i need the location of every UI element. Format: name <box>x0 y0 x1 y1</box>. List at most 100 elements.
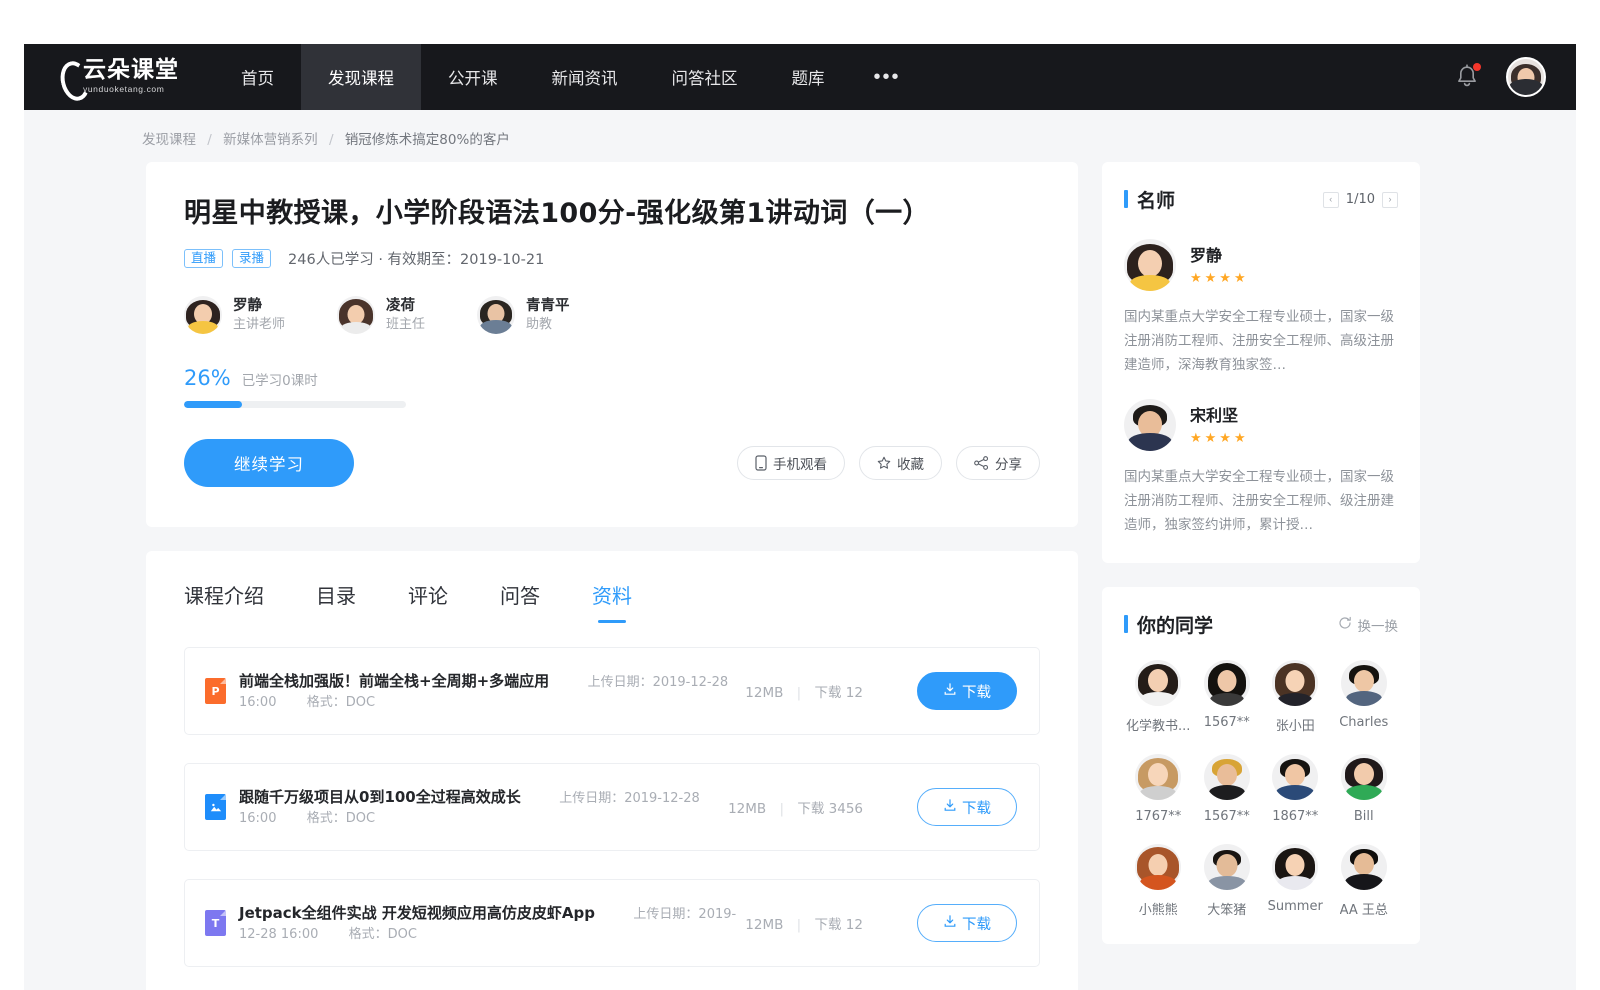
avatar <box>1341 660 1387 706</box>
nav-more-icon[interactable]: ••• <box>852 44 923 110</box>
classmate-name: 小熊熊 <box>1139 899 1178 918</box>
list-item[interactable]: Bill <box>1330 754 1399 824</box>
file-format: 格式：DOC <box>307 811 375 826</box>
download-button[interactable]: 下载 <box>917 672 1017 710</box>
avatar <box>1135 660 1181 706</box>
share-button[interactable]: 分享 <box>956 446 1040 480</box>
classmate-name: 大笨猪 <box>1207 899 1246 918</box>
avatar <box>1124 399 1176 451</box>
secondary-action-group: 手机观看 收藏 <box>737 446 1040 480</box>
tab-comments[interactable]: 评论 <box>408 580 448 623</box>
list-item[interactable]: 跟随千万级项目从0到100全过程高效成长 上传日期：2019-12-28 16:… <box>184 763 1040 851</box>
avatar <box>1341 754 1387 800</box>
file-download-count: 下载 3456 <box>797 801 863 817</box>
star-icon <box>877 456 891 470</box>
course-action-row: 继续学习 手机观看 <box>184 439 1040 487</box>
download-button[interactable]: 下载 <box>917 788 1017 826</box>
classmate-name: 张小田 <box>1276 715 1315 734</box>
continue-learning-button[interactable]: 继续学习 <box>184 439 354 487</box>
favorite-button[interactable]: 收藏 <box>859 446 942 480</box>
refresh-icon <box>1338 616 1352 634</box>
avatar <box>477 296 515 334</box>
download-label: 下载 <box>962 913 991 934</box>
progress-bar-fill <box>184 401 242 408</box>
classmate-name: 1567** <box>1204 809 1250 824</box>
list-item[interactable]: 小熊熊 <box>1124 844 1193 918</box>
nav-item-discover-courses[interactable]: 发现课程 <box>301 44 421 110</box>
list-item[interactable]: 大笨猪 <box>1193 844 1262 918</box>
nav-item-home[interactable]: 首页 <box>214 44 301 110</box>
tab-materials[interactable]: 资料 <box>592 580 632 623</box>
file-size: 12MB <box>745 685 783 701</box>
file-type-text-icon: T <box>205 910 226 936</box>
chevron-left-icon[interactable]: ‹ <box>1323 192 1339 208</box>
file-type-image-icon <box>205 794 226 820</box>
list-item[interactable]: P 前端全栈加强版！前端全栈+全周期+多端应用 上传日期：2019-12-28 … <box>184 647 1040 735</box>
logo-text-cn: 云朵课堂 <box>83 57 179 83</box>
file-download-count: 下载 12 <box>815 685 863 701</box>
share-label: 分享 <box>995 453 1022 473</box>
panel-title-classmates: 你的同学 <box>1124 611 1213 638</box>
file-name: 跟随千万级项目从0到100全过程高效成长 <box>239 788 521 806</box>
progress-note: 已学习0课时 <box>242 369 318 389</box>
refresh-classmates-button[interactable]: 换一换 <box>1338 615 1399 635</box>
file-meta: 12MB | 下载 3456 <box>728 797 863 817</box>
breadcrumb-item-1[interactable]: 新媒体营销系列 <box>223 132 318 148</box>
list-item[interactable]: 罗静 ★★★★ 国内某重点大学安全工程专业硕士，国家一级注册消防工程师、注册安全… <box>1124 217 1398 377</box>
list-item[interactable]: 化学教书... <box>1124 660 1193 734</box>
tab-qa[interactable]: 问答 <box>500 580 540 623</box>
breadcrumb-item-0[interactable]: 发现课程 <box>142 132 196 148</box>
list-item[interactable]: 1567** <box>1193 754 1262 824</box>
teacher-item-assistant[interactable]: 青青平 助教 <box>477 296 570 334</box>
nav-item-public-class[interactable]: 公开课 <box>421 44 525 110</box>
notification-badge-dot <box>1473 63 1481 71</box>
file-meta: 12MB | 下载 12 <box>745 681 863 701</box>
rating-stars: ★★★★ <box>1190 430 1249 446</box>
site-logo[interactable]: 云朵课堂 yunduoketang.com <box>24 44 214 110</box>
avatar <box>337 296 375 334</box>
download-button[interactable]: 下载 <box>917 904 1017 942</box>
breadcrumb-separator: / <box>329 132 334 148</box>
breadcrumb-item-current: 销冠修炼术搞定80%的客户 <box>345 132 510 148</box>
top-bar-right <box>1454 44 1546 110</box>
file-download-count: 下载 12 <box>815 917 863 933</box>
classmate-name: 化学教书... <box>1126 715 1190 734</box>
chevron-right-icon[interactable]: › <box>1382 192 1398 208</box>
course-detail-tabs-card: 课程介绍 目录 评论 问答 资料 P 前端全栈加强版！前端全栈+全周期+多端应用… <box>146 551 1078 990</box>
classmates-grid: 化学教书... 1567** 张 <box>1124 660 1398 918</box>
list-item[interactable]: 1567** <box>1193 660 1262 734</box>
mobile-watch-label: 手机观看 <box>773 453 827 473</box>
avatar-art <box>1508 59 1544 95</box>
teacher-item-lead[interactable]: 罗静 主讲老师 <box>184 296 285 334</box>
list-item[interactable]: Charles <box>1330 660 1399 734</box>
avatar <box>1272 660 1318 706</box>
file-size: 12MB <box>745 917 783 933</box>
file-type-ppt-icon: P <box>205 678 226 704</box>
nav-item-qa-community[interactable]: 问答社区 <box>645 44 765 110</box>
download-label: 下载 <box>962 797 991 818</box>
nav-item-news[interactable]: 新闻资讯 <box>525 44 645 110</box>
list-item[interactable]: AA 王总 <box>1330 844 1399 918</box>
list-item[interactable]: 张小田 <box>1261 660 1330 734</box>
avatar <box>1124 239 1176 291</box>
list-item[interactable]: T Jetpack全组件实战 开发短视频应用高仿皮皮虾App 上传日期：2019… <box>184 879 1040 967</box>
file-name: Jetpack全组件实战 开发短视频应用高仿皮皮虾App <box>239 904 595 922</box>
top-navigation-bar: 云朵课堂 yunduoketang.com 首页 发现课程 公开课 新闻资讯 问… <box>24 44 1576 110</box>
list-item[interactable]: 1867** <box>1261 754 1330 824</box>
notification-bell-icon[interactable] <box>1454 63 1480 91</box>
list-item[interactable]: Summer <box>1261 844 1330 918</box>
file-format: 格式：DOC <box>349 927 417 942</box>
list-item[interactable]: 宋利坚 ★★★★ 国内某重点大学安全工程专业硕士，国家一级注册消防工程师、注册安… <box>1124 377 1398 537</box>
teacher-item-head-teacher[interactable]: 凌荷 班主任 <box>337 296 425 334</box>
list-item[interactable]: 1767** <box>1124 754 1193 824</box>
tab-catalog[interactable]: 目录 <box>316 580 356 623</box>
tag-recorded: 录播 <box>232 249 271 269</box>
mobile-watch-button[interactable]: 手机观看 <box>737 446 845 480</box>
tab-course-intro[interactable]: 课程介绍 <box>184 580 264 623</box>
nav-item-question-bank[interactable]: 题库 <box>765 44 852 110</box>
avatar <box>1272 844 1318 890</box>
user-avatar[interactable] <box>1506 57 1546 97</box>
download-icon <box>943 914 957 932</box>
phone-icon <box>755 455 767 471</box>
classmate-name: Summer <box>1268 899 1323 914</box>
